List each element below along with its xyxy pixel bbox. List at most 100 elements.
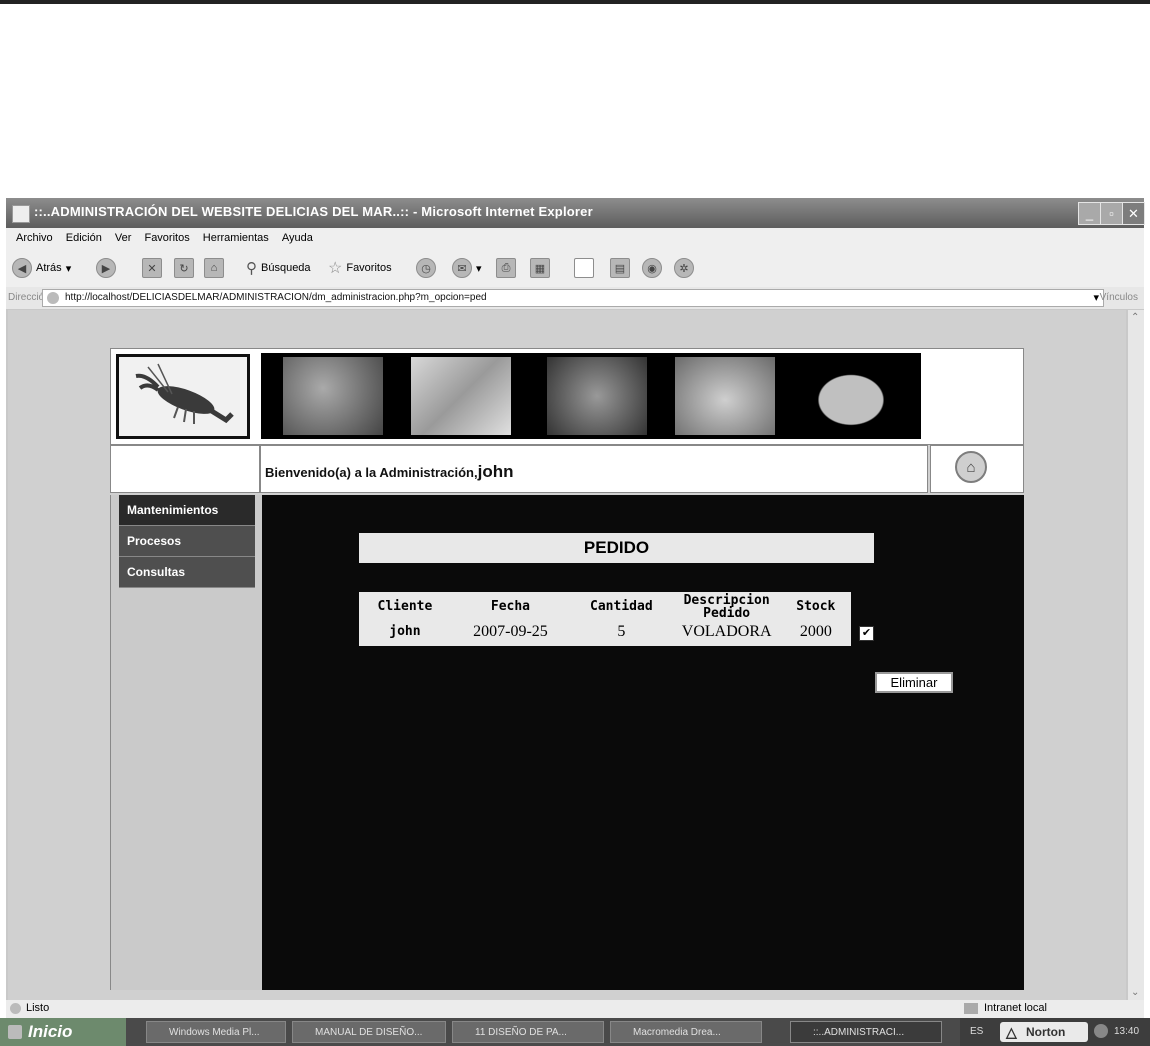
forward-arrow-icon: ▶	[96, 258, 116, 278]
edit-button[interactable]: ▦	[530, 257, 550, 279]
clock: 13:40	[1114, 1026, 1140, 1037]
favorites-label: Favoritos	[346, 262, 392, 274]
column-header: Cantidad	[590, 599, 653, 615]
toolbar: ◀ Atrás ▾ ▶ ✕ ↻ ⌂ ⚲ Búsqueda ☆ Favoritos…	[6, 249, 1144, 287]
task-windows-media[interactable]: Windows Media Pl...	[146, 1021, 286, 1043]
column-header: Descripcion Pedido	[683, 592, 770, 621]
task-macromedia[interactable]: Macromedia Drea...	[610, 1021, 762, 1043]
home-cell: ⌂	[930, 445, 1024, 493]
column-header: Stock	[796, 599, 836, 615]
address-field[interactable]: http://localhost/DELICIASDELMAR/ADMINIST…	[42, 289, 1104, 307]
scroll-up-icon[interactable]: ⌃	[1131, 312, 1139, 323]
ie-window-icon	[12, 205, 30, 223]
scroll-down-icon[interactable]: ⌄	[1131, 987, 1139, 998]
print-button[interactable]: ⎙	[496, 257, 516, 279]
home-icon: ⌂	[966, 458, 976, 476]
history-button[interactable]: ◷	[416, 257, 436, 279]
favorites-button[interactable]: ☆ Favoritos	[328, 257, 392, 279]
status-bar: Listo Intranet local	[6, 1000, 1144, 1018]
maximize-button[interactable]: ▫	[1100, 202, 1123, 225]
task-diseno-pa[interactable]: 11 DISEÑO DE PA...	[452, 1021, 604, 1043]
title-bar: ::..ADMINISTRACIÓN DEL WEBSITE DELICIAS …	[6, 198, 1145, 228]
discuss-icon	[574, 258, 594, 278]
back-button[interactable]: ◀ Atrás ▾	[12, 257, 71, 279]
lobster-logo	[116, 354, 250, 439]
history-icon: ◷	[416, 258, 436, 278]
menu-edicion[interactable]: Edición	[66, 228, 102, 249]
chevron-down-icon: ▾	[65, 262, 72, 275]
menu-favoritos[interactable]: Favoritos	[144, 228, 189, 249]
task-administracion[interactable]: ::..ADMINISTRACI...	[790, 1021, 942, 1043]
window-title: ::..ADMINISTRACIÓN DEL WEBSITE DELICIAS …	[34, 204, 593, 219]
welcome-spacer	[110, 445, 260, 493]
chevron-down-icon[interactable]: ▾	[1093, 291, 1099, 304]
vertical-scrollbar[interactable]: ⌃ ⌄	[1128, 310, 1144, 1000]
orders-table: Cliente Fecha Cantidad Descripcion Pedid…	[359, 592, 851, 646]
welcome-bar: Bienvenido(a) a la Administración,john	[260, 445, 928, 493]
mail-button[interactable]: ✉ ▾	[452, 257, 482, 279]
refresh-icon: ↻	[174, 258, 194, 278]
welcome-text: Bienvenido(a) a la Administración,	[265, 465, 478, 480]
menu-ayuda[interactable]: Ayuda	[282, 228, 313, 249]
sidebar-item-consultas[interactable]: Consultas	[119, 557, 255, 588]
windows-logo-icon	[8, 1025, 22, 1039]
cell-stock: 2000	[799, 622, 832, 640]
star-icon: ☆	[328, 260, 343, 277]
sidebar-item-procesos[interactable]: Procesos	[119, 526, 255, 557]
menu-archivo[interactable]: Archivo	[16, 228, 53, 249]
seafood-photo-strip	[261, 353, 921, 439]
cell-cliente: john	[389, 624, 421, 640]
search-button[interactable]: ⚲ Búsqueda	[246, 257, 311, 279]
site-header	[110, 348, 1024, 445]
warning-icon: △	[1006, 1024, 1017, 1040]
research-button[interactable]: ▤	[610, 257, 630, 279]
tools-icon: ✲	[674, 258, 694, 278]
print-icon: ⎙	[496, 258, 516, 278]
home-button[interactable]: ⌂	[204, 257, 224, 279]
minimize-button[interactable]: _	[1078, 202, 1101, 225]
research-icon: ▤	[610, 258, 630, 278]
page-top-rule	[0, 0, 1150, 4]
row-select-checkbox[interactable]: ✔	[859, 626, 874, 641]
tools-button[interactable]: ✲	[674, 257, 694, 279]
task-manual-diseno[interactable]: MANUAL DE DISEÑO...	[292, 1021, 446, 1043]
table-header-row: Cliente Fecha Cantidad Descripcion Pedid…	[359, 592, 851, 621]
column-header: Fecha	[490, 599, 531, 615]
menu-herramientas[interactable]: Herramientas	[203, 228, 269, 249]
messenger-button[interactable]: ◉	[642, 257, 662, 279]
back-label: Atrás	[36, 262, 62, 274]
forward-button[interactable]: ▶	[96, 257, 116, 279]
links-label[interactable]: Vínculos	[1100, 292, 1138, 303]
fish-fillet-photo	[411, 357, 511, 435]
norton-label: Norton	[1026, 1025, 1066, 1039]
seafood-photo	[283, 357, 383, 435]
norton-badge[interactable]: △ Norton	[1000, 1022, 1088, 1042]
plate-photo	[795, 357, 907, 435]
dish-photo	[675, 357, 775, 435]
main-content: PEDIDO Cliente Fecha Cantidad Descripcio…	[262, 495, 1024, 990]
language-indicator[interactable]: ES	[970, 1026, 983, 1037]
chevron-down-icon: ▾	[476, 262, 482, 275]
start-button[interactable]: Inicio	[0, 1018, 126, 1046]
search-label: Búsqueda	[261, 262, 311, 274]
volume-icon[interactable]	[1094, 1024, 1108, 1038]
system-tray: ES △ Norton 13:40	[960, 1018, 1150, 1046]
delete-button[interactable]: Eliminar	[875, 672, 953, 693]
edit-icon: ▦	[530, 258, 550, 278]
status-page-icon	[10, 1003, 21, 1014]
menu-ver[interactable]: Ver	[115, 228, 132, 249]
close-button[interactable]: ✕	[1122, 202, 1145, 225]
back-arrow-icon: ◀	[12, 258, 32, 278]
home-link-button[interactable]: ⌂	[955, 451, 987, 483]
sidebar-item-mantenimientos[interactable]: Mantenimientos	[119, 495, 255, 526]
home-icon: ⌂	[204, 258, 224, 278]
stop-button[interactable]: ✕	[142, 257, 162, 279]
address-url: http://localhost/DELICIASDELMAR/ADMINIST…	[65, 292, 487, 303]
discuss-button[interactable]	[574, 257, 594, 279]
welcome-username: john	[477, 462, 514, 481]
admin-sidebar: Mantenimientos Procesos Consultas	[110, 495, 262, 990]
cell-descripcion: VOLADORA	[681, 622, 772, 640]
welcome-message: Bienvenido(a) a la Administración,john	[265, 462, 514, 482]
menu-bar: Archivo Edición Ver Favoritos Herramient…	[6, 228, 1144, 249]
refresh-button[interactable]: ↻	[174, 257, 194, 279]
